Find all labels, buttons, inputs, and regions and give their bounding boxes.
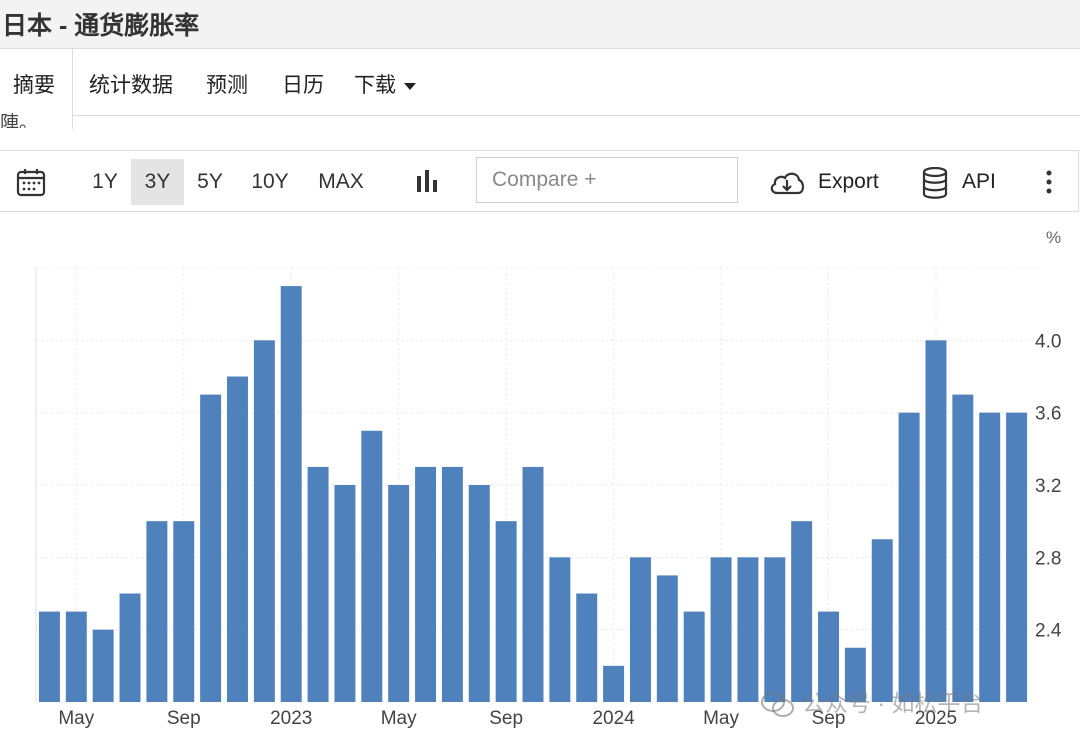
clipped-text: 陣。 [0,113,39,128]
bar[interactable] [1006,412,1028,702]
y-tick-label: 3.6 [1035,404,1061,425]
page-title: 日本 - 通货膨胀率 [2,12,200,40]
bar[interactable] [710,557,732,702]
bar[interactable] [656,575,678,702]
chevron-down-icon [404,82,416,90]
calendar-icon[interactable] [16,167,46,197]
tab-bar: 摘要 统计数据 预测 日历 下载 [0,49,1080,129]
bar[interactable] [925,340,947,702]
x-tick-label: May [703,708,739,729]
y-tick-label: 2.4 [1035,621,1062,642]
export-button[interactable]: Export [818,159,879,205]
bar[interactable] [871,539,893,702]
tab-calendar[interactable]: 日历 [282,69,324,99]
bar[interactable] [629,557,651,702]
bar[interactable] [415,466,437,702]
bar[interactable] [173,521,195,702]
x-tick-label: 2023 [270,708,312,729]
y-tick-label: 3.2 [1035,476,1061,497]
bar[interactable] [119,593,141,703]
bar[interactable] [280,286,302,702]
database-icon[interactable] [922,167,948,199]
bar[interactable] [227,376,248,703]
more-vertical-icon[interactable] [1040,169,1058,195]
tab-download[interactable]: 下载 [354,69,416,99]
bar[interactable] [737,557,759,702]
chart-toolbar: 1Y 3Y 5Y 10Y MAX Compare + Export API [0,150,1079,212]
range-1y-button[interactable]: 1Y [84,159,126,205]
watermark: 公众号 · 如松平台 [760,684,983,719]
bar[interactable] [65,611,87,702]
bar[interactable] [92,629,114,702]
compare-input[interactable]: Compare + [476,157,738,203]
bar[interactable] [952,394,974,702]
bar[interactable] [791,521,813,702]
bar[interactable] [549,557,571,702]
bar[interactable] [334,485,356,702]
x-tick-label: May [58,708,94,729]
range-10y-button[interactable]: 10Y [243,159,297,205]
tab-forecast[interactable]: 预测 [206,69,248,99]
bar[interactable] [898,412,920,702]
tab-download-label: 下载 [354,74,396,97]
bar[interactable] [361,430,383,702]
bar[interactable] [146,521,168,702]
tab-statistics[interactable]: 统计数据 [89,69,173,99]
bar[interactable] [603,665,625,702]
range-5y-button[interactable]: 5Y [189,159,231,205]
bar[interactable] [764,557,786,702]
x-tick-label: 2024 [592,708,635,729]
x-tick-label: May [381,708,417,729]
bar[interactable] [307,466,329,702]
bar[interactable] [576,593,598,703]
bar[interactable] [522,466,544,702]
bar[interactable] [38,611,60,702]
cloud-download-icon[interactable] [768,169,806,197]
bar[interactable] [441,466,463,702]
watermark-text: 公众号 · 如松平台 [802,690,984,716]
bar[interactable] [468,485,490,702]
y-tick-label: 4.0 [1035,331,1061,352]
bar[interactable] [495,521,517,702]
tab-summary[interactable]: 摘要 [13,69,55,99]
bar[interactable] [979,412,1001,702]
bar[interactable] [683,611,705,702]
title-bar: 日本 - 通货膨胀率 [0,0,1080,49]
wechat-icon [761,691,794,717]
bar-chart-icon[interactable] [414,168,440,194]
bar[interactable] [200,394,222,702]
api-button[interactable]: API [962,159,996,205]
inflation-bar-chart: 2.42.83.23.64.0May Sep 2023 May Sep 2024 May Se… [35,267,1062,729]
x-tick-label: Sep [489,708,523,729]
unit-label: % [1046,228,1062,247]
x-tick-label: Sep [167,708,201,729]
y-tick-label: 2.8 [1035,548,1061,569]
range-max-button[interactable]: MAX [309,159,373,205]
bar[interactable] [388,485,410,702]
range-3y-button[interactable]: 3Y [131,159,184,205]
bar[interactable] [253,340,275,702]
